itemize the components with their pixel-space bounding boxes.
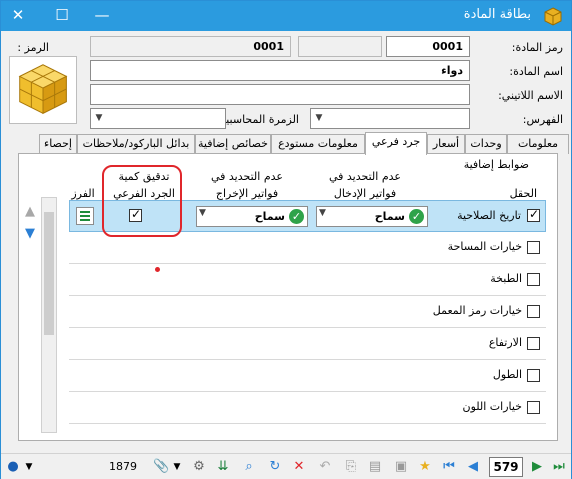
chevron-down-icon[interactable]: ▼ <box>169 459 185 475</box>
material-code-field[interactable]: 0001 <box>386 36 470 57</box>
row-checkbox[interactable] <box>527 337 540 350</box>
material-code-label: رمز المادة: <box>511 41 563 54</box>
code-label: الرمز : <box>17 41 49 54</box>
row-checkbox[interactable] <box>527 305 540 318</box>
table-row[interactable]: الارتفاع <box>69 328 546 360</box>
audit-column-highlight <box>102 165 182 237</box>
index-select[interactable]: ▼ <box>310 108 470 129</box>
previous-record-icon[interactable]: ◀ <box>465 459 481 475</box>
code-field[interactable]: 0001 <box>90 36 291 57</box>
chevron-down-icon[interactable]: ▼ <box>199 208 206 218</box>
maximize-button[interactable]: ☐ <box>45 1 79 31</box>
sort-list-icon <box>80 211 90 221</box>
record-count: 1879 <box>109 460 137 473</box>
app-cube-icon <box>544 7 562 26</box>
index-label: الفهرس: <box>522 113 563 126</box>
latin-name-field[interactable] <box>90 84 470 105</box>
tab-strip: معلومات وحدات أسعار جرد فرعي معلومات مست… <box>39 132 569 155</box>
row-name: الطول <box>492 368 522 381</box>
out-invoice-value: سماح <box>254 210 285 223</box>
row-name: تاريخ الصلاحية <box>457 209 521 222</box>
code-extra-field <box>298 36 382 57</box>
table-row[interactable]: الطول <box>69 360 546 392</box>
tab-warehouse-info[interactable]: معلومات مستودع <box>271 134 365 154</box>
header-no-update-in: عدم التحديد في فواتير الإدخال <box>309 168 421 202</box>
code-value: 0001 <box>253 40 284 53</box>
window-title: بطاقة المادة <box>463 7 531 22</box>
check-circle-icon: ✓ <box>409 209 424 224</box>
row-name: خيارات المساحة <box>447 240 522 253</box>
account-group-select[interactable]: ▼ <box>90 108 226 129</box>
material-name-value: دواء <box>441 64 463 77</box>
status-bar: ● ▼ 1879 📎 ▼ ⚙ ⇊ ⌕ ↻ ✕ ↶ ⎘ ▤ ▣ ★ ⏮ ◀ 579… <box>1 453 571 479</box>
row-name: الارتفاع <box>488 336 522 349</box>
material-name-label: اسم المادة: <box>509 65 563 78</box>
red-dot-marker <box>155 267 160 272</box>
tab-extra-properties[interactable]: خصائص إضافية <box>195 134 271 154</box>
minimize-button[interactable]: — <box>85 1 119 31</box>
tab-info[interactable]: معلومات <box>507 134 569 154</box>
row-name: خيارات اللون <box>462 400 522 413</box>
next-record-icon[interactable]: ▶ <box>529 459 545 475</box>
table-row[interactable]: خيارات اللون <box>69 392 546 424</box>
section-title: ضوابط إضافية <box>463 158 529 171</box>
title-bar: ✕ ☐ — بطاقة المادة <box>1 1 571 31</box>
sort-button[interactable] <box>76 207 94 225</box>
row-checkbox[interactable] <box>527 401 540 414</box>
row-name: خيارات رمز المعمل <box>432 304 522 317</box>
chevron-down-icon[interactable]: ▼ <box>91 109 107 128</box>
delete-icon[interactable]: ✕ <box>291 459 307 475</box>
table-row[interactable]: خيارات رمز المعمل <box>69 296 546 328</box>
tab-prices[interactable]: أسعار <box>427 134 465 154</box>
in-invoice-value: سماح <box>374 210 405 223</box>
tools-icon[interactable]: ⚙ <box>191 459 207 475</box>
tab-statistics[interactable]: إحصاء <box>39 134 77 154</box>
tab-units[interactable]: وحدات <box>465 134 507 154</box>
material-card-window: ✕ ☐ — بطاقة المادة رمز المادة: 0001 0001… <box>0 0 572 479</box>
refresh-icon[interactable]: ↻ <box>267 459 283 475</box>
chevron-down-icon[interactable]: ▼ <box>319 208 326 218</box>
gold-cubes-icon <box>18 64 68 115</box>
row-checkbox[interactable] <box>527 369 540 382</box>
row-checkbox[interactable]: ✓ <box>527 207 540 222</box>
move-up-icon[interactable]: ▲ <box>25 204 35 219</box>
tab-barcode-notes[interactable]: بدائل الباركود/ملاحظات <box>77 134 195 154</box>
attachment-icon[interactable]: 📎 <box>153 459 169 475</box>
header-no-update-out-line1: عدم التحديد في <box>210 170 283 183</box>
chevron-down-icon[interactable]: ▼ <box>311 109 327 128</box>
row-checkbox[interactable] <box>527 273 540 286</box>
in-invoice-select[interactable]: ✓ سماح ▼ <box>316 206 428 227</box>
vertical-scrollbar[interactable] <box>41 197 57 433</box>
out-invoice-select[interactable]: ✓ سماح ▼ <box>196 206 308 227</box>
sub-inventory-panel: ضوابط إضافية الحقل عدم التحديد في فواتير… <box>18 153 558 441</box>
material-code-value: 0001 <box>432 40 463 53</box>
star-icon[interactable]: ★ <box>417 459 433 475</box>
header-no-update-out: عدم التحديد في فواتير الإخراج <box>191 168 303 202</box>
filter-icon[interactable]: ⇊ <box>215 459 231 475</box>
latin-name-label: الاسم اللاتيني: <box>498 89 563 102</box>
close-button[interactable]: ✕ <box>1 1 35 31</box>
info-icon[interactable]: ● <box>5 459 21 475</box>
check-circle-icon: ✓ <box>289 209 304 224</box>
last-record-icon[interactable]: ⏭ <box>551 459 567 475</box>
current-record-field[interactable]: 579 <box>489 457 523 477</box>
tab-sub-inventory[interactable]: جرد فرعي <box>365 132 427 155</box>
header-no-update-in-line1: عدم التحديد في <box>328 170 401 183</box>
account-group-label: الزمرة المحاسبية: <box>216 113 299 126</box>
save-icon[interactable]: ▣ <box>393 459 409 475</box>
move-down-icon[interactable]: ▼ <box>25 226 35 241</box>
table-row[interactable]: الطبخة <box>69 264 546 296</box>
paste-icon[interactable]: ▤ <box>367 459 383 475</box>
chevron-down-icon[interactable]: ▼ <box>21 459 37 475</box>
material-name-field[interactable]: دواء <box>90 60 470 81</box>
search-icon[interactable]: ⌕ <box>241 459 257 475</box>
row-checkbox[interactable] <box>527 241 540 254</box>
row-name: الطبخة <box>490 272 522 285</box>
undo-icon[interactable]: ↶ <box>317 459 333 475</box>
copy-icon[interactable]: ⎘ <box>343 459 359 475</box>
scrollbar-thumb[interactable] <box>44 212 54 335</box>
first-record-icon[interactable]: ⏮ <box>441 459 457 475</box>
material-image[interactable] <box>9 56 77 124</box>
